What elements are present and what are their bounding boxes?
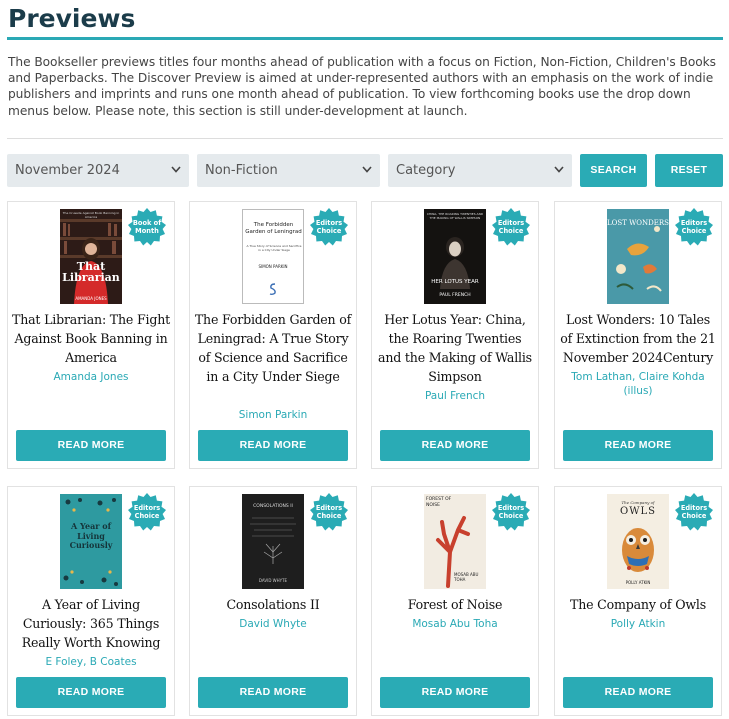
- editors-choice-badge: Editors Choice: [310, 493, 348, 531]
- book-card: The Company of OWLS POLLY ATKIN Editors …: [554, 486, 722, 716]
- intro-text: The Bookseller previews titles four mont…: [8, 55, 716, 118]
- cover-title: The Forbidden Garden of Leningrad: [245, 222, 302, 235]
- editors-choice-badge: Editors Choice: [492, 208, 530, 246]
- category-select-value: Category: [396, 163, 456, 178]
- book-card: The Forbidden Garden of Leningrad A True…: [189, 201, 357, 469]
- cover-top-text: CHINA, THE ROARING TWENTIES AND THE MAKI…: [426, 212, 484, 220]
- badge-label: Editors Choice: [680, 219, 708, 235]
- type-select[interactable]: Non-Fiction: [197, 154, 380, 187]
- publisher-logo-icon: [269, 283, 276, 296]
- cover-top-text: The Company of: [621, 500, 655, 505]
- book-cover[interactable]: LOST WONDERS: [607, 209, 669, 304]
- read-more-button[interactable]: READ MORE: [563, 430, 713, 461]
- badge-label: Editors Choice: [680, 504, 708, 520]
- book-title[interactable]: That Librarian: The Fight Against Book B…: [12, 310, 170, 367]
- type-select-value: Non-Fiction: [205, 163, 278, 178]
- month-select[interactable]: November 2024: [7, 154, 189, 187]
- category-select[interactable]: Category: [388, 154, 572, 187]
- cover-subtitle: A True Story of Science and Sacrifice in…: [246, 244, 302, 252]
- editors-choice-badge: Editors Choice: [675, 208, 713, 246]
- read-more-button[interactable]: READ MORE: [380, 430, 530, 461]
- book-cover[interactable]: The Company of OWLS POLLY ATKIN: [607, 494, 669, 589]
- month-select-value: November 2024: [15, 163, 120, 178]
- chevron-down-icon: [171, 166, 181, 173]
- book-authors[interactable]: Polly Atkin: [559, 617, 717, 631]
- cover-title: HER LOTUS YEAR: [431, 279, 479, 285]
- book-authors[interactable]: Paul French: [376, 389, 534, 403]
- read-more-button[interactable]: READ MORE: [16, 677, 166, 708]
- cover-author: PAUL FRENCH: [439, 293, 471, 298]
- book-card: FOREST OF NOISE MOSAB ABU TOHA Editors C…: [371, 486, 539, 716]
- cover-title: A Year of Living Curiously: [69, 521, 113, 550]
- badge-label: Book of Month: [132, 219, 162, 235]
- book-cover[interactable]: The Forbidden Garden of Leningrad A True…: [242, 209, 304, 304]
- cover-author: POLLY ATKIN: [625, 580, 651, 585]
- chevron-down-icon: [362, 166, 372, 173]
- cover-title: That Librarian: [62, 260, 120, 284]
- book-cover[interactable]: CHINA, THE ROARING TWENTIES AND THE MAKI…: [424, 209, 486, 304]
- title-underline: [7, 37, 723, 40]
- book-title[interactable]: A Year of Living Curiously: 365 Things R…: [12, 595, 170, 652]
- book-card: CONSOLATIONS II DAVID WHYTE Editors Choi…: [189, 486, 357, 716]
- read-more-button[interactable]: READ MORE: [16, 430, 166, 461]
- book-authors[interactable]: Tom Lathan, Claire Kohda (illus): [559, 370, 717, 398]
- book-title[interactable]: Her Lotus Year: China, the Roaring Twent…: [376, 310, 534, 386]
- badge-label: Editors Choice: [315, 219, 343, 235]
- badge-label: Editors Choice: [497, 219, 525, 235]
- cover-title: FOREST OF NOISE: [426, 497, 452, 508]
- cover-author: AMANDA JONES: [75, 296, 107, 301]
- cover-author: MOSAB ABU TOHA: [454, 572, 479, 582]
- book-authors[interactable]: Mosab Abu Toha: [376, 617, 534, 631]
- read-more-button[interactable]: READ MORE: [380, 677, 530, 708]
- badge-label: Editors Choice: [133, 504, 161, 520]
- book-authors[interactable]: E Foley, B Coates: [12, 655, 170, 669]
- book-card: LOST WONDERS Editors Choice Lost Wonders…: [554, 201, 722, 469]
- book-cover[interactable]: A Year of Living Curiously: [60, 494, 122, 589]
- cover-title: OWLS: [620, 506, 656, 517]
- read-more-button[interactable]: READ MORE: [198, 430, 348, 461]
- page-title: Previews: [8, 4, 136, 33]
- search-button[interactable]: SEARCH: [580, 154, 647, 187]
- chevron-down-icon: [554, 166, 564, 173]
- cover-author: SIMON PARKIN: [258, 264, 288, 269]
- badge-label: Editors Choice: [497, 504, 525, 520]
- editors-choice-badge: Editors Choice: [492, 493, 530, 531]
- book-card: The Crusade Against Book Banning in Amer…: [7, 201, 175, 469]
- book-cover[interactable]: The Crusade Against Book Banning in Amer…: [60, 209, 122, 304]
- book-card: A Year of Living Curiously Editors Choic…: [7, 486, 175, 716]
- cover-top-text: The Crusade Against Book Banning in Amer…: [62, 211, 120, 219]
- cover-title: CONSOLATIONS II: [253, 504, 293, 509]
- book-authors[interactable]: Simon Parkin: [194, 408, 352, 422]
- book-cover[interactable]: FOREST OF NOISE MOSAB ABU TOHA: [424, 494, 486, 589]
- editors-choice-badge: Editors Choice: [310, 208, 348, 246]
- badge-label: Editors Choice: [315, 504, 343, 520]
- book-title[interactable]: Consolations II: [194, 595, 352, 614]
- book-title[interactable]: Forest of Noise: [376, 595, 534, 614]
- reset-button[interactable]: RESET: [655, 154, 723, 187]
- editors-choice-badge: Editors Choice: [675, 493, 713, 531]
- editors-choice-badge: Editors Choice: [128, 493, 166, 531]
- cover-author: DAVID WHYTE: [258, 578, 288, 583]
- book-authors[interactable]: David Whyte: [194, 617, 352, 631]
- book-authors[interactable]: Amanda Jones: [12, 370, 170, 384]
- book-title[interactable]: Lost Wonders: 10 Tales of Extinction fro…: [559, 310, 717, 367]
- read-more-button[interactable]: READ MORE: [563, 677, 713, 708]
- read-more-button[interactable]: READ MORE: [198, 677, 348, 708]
- book-card: CHINA, THE ROARING TWENTIES AND THE MAKI…: [371, 201, 539, 469]
- cover-title: LOST WONDERS: [607, 219, 669, 227]
- book-title[interactable]: The Forbidden Garden of Leningrad: A Tru…: [194, 310, 352, 386]
- divider: [7, 138, 723, 139]
- book-of-month-badge: Book of Month: [128, 208, 166, 246]
- book-title[interactable]: The Company of Owls: [559, 595, 717, 614]
- book-cover[interactable]: CONSOLATIONS II DAVID WHYTE: [242, 494, 304, 589]
